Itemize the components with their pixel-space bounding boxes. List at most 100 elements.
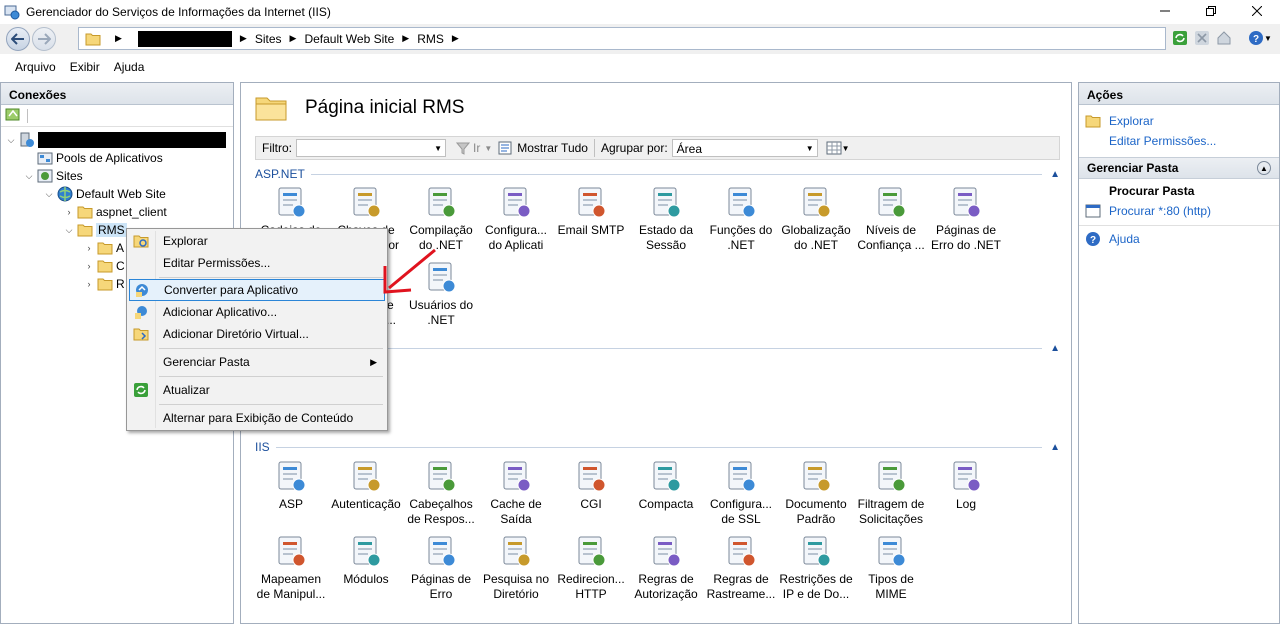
collapse-icon[interactable]: ⌵ [63,225,75,236]
feature-iis-4[interactable]: CGI [554,459,628,512]
feature-iis-12[interactable]: Páginas de Erro [404,534,478,602]
feature-iis-13[interactable]: Pesquisa no Diretório [479,534,553,602]
feature-aspnet-7[interactable]: Globalização do .NET [779,185,853,253]
feature-label-line2: Erro [429,587,453,601]
expand-icon[interactable]: › [63,207,75,217]
feature-iis-0[interactable]: ASP [254,459,328,512]
action-explore[interactable]: Explorar [1079,111,1279,131]
collapse-icon[interactable]: ⌵ [23,171,35,182]
tree-node-child-c[interactable]: › C [83,257,125,275]
minimize-button[interactable] [1142,0,1188,22]
address-path[interactable]: ▶ ▶ Sites ▶ Default Web Site ▶ RMS ▶ [78,27,1166,50]
feature-iis-11[interactable]: Módulos [329,534,403,587]
tree-node-default-web-site[interactable]: ⌵ Default Web Site [43,185,166,203]
collapse-icon[interactable]: ⌵ [43,189,55,200]
feature-label-line2: do Aplicati [488,238,544,252]
tree-node-app-pools[interactable]: Pools de Aplicativos [23,149,163,167]
breadcrumb-rms[interactable]: RMS [417,32,444,46]
feature-iis-8[interactable]: Filtragem de Solicitações [854,459,928,527]
breadcrumb-sites[interactable]: Sites [255,32,282,46]
feature-iis-15[interactable]: Regras de Autorização [629,534,703,602]
feature-iis-7[interactable]: Documento Padrão [779,459,853,527]
help-dropdown-button[interactable]: ? ▼ [1246,28,1274,48]
feature-iis-16[interactable]: Regras de Rastreame... [704,534,778,602]
feature-icon [503,187,531,218]
feature-iis-6[interactable]: Configura... de SSL [704,459,778,527]
tree-node-sites[interactable]: ⌵ Sites [23,167,83,185]
group-name-iis: IIS [255,440,270,454]
menu-item-convert-label: Converter para Aplicativo [164,283,299,297]
tree-node-child-r[interactable]: › R [83,275,125,293]
menu-exibir[interactable]: Exibir [63,60,107,74]
filter-input[interactable]: ▼ [296,139,446,157]
feature-iis-14[interactable]: Redirecion... HTTP [554,534,628,602]
feature-iis-10[interactable]: Mapeamen de Manipul... [254,534,328,602]
show-all-button[interactable]: Mostrar Tudo [498,141,588,155]
refresh-icon [134,383,148,397]
feature-iis-3[interactable]: Cache de Saída [479,459,553,527]
view-mode-button[interactable]: ▼ [826,141,850,155]
menu-separator [159,277,383,278]
new-connection-button[interactable] [5,106,21,125]
menu-item-switch-content-view[interactable]: Alternar para Exibição de Conteúdo [129,407,385,429]
show-all-icon [498,141,512,155]
menu-item-edit-permissions[interactable]: Editar Permissões... [129,252,385,274]
group-header-aspnet[interactable]: ASP.NET ▲ [255,166,1060,182]
back-button[interactable] [6,27,30,51]
refresh-button[interactable] [1170,28,1190,48]
folder-large-icon [255,97,287,121]
tree-node-rms[interactable]: ⌵ RMS [63,221,127,239]
group-header-iis[interactable]: IIS ▲ [255,439,1060,455]
group-by-select[interactable]: Área ▼ [671,139,818,157]
breadcrumb-default-web-site[interactable]: Default Web Site [304,32,394,46]
feature-iis-1[interactable]: Autenticação [329,459,403,512]
collapse-group-icon[interactable]: ▲ [1050,169,1060,180]
action-browse-80[interactable]: Procurar *:80 (http) [1079,201,1279,221]
home-button[interactable] [1214,28,1234,48]
menu-item-refresh[interactable]: Atualizar [129,379,385,401]
forward-button[interactable] [32,27,56,51]
feature-iis-9[interactable]: Log [929,459,1003,512]
close-button[interactable] [1234,0,1280,22]
feature-aspnet-8[interactable]: Níveis de Confiança ... [854,185,928,253]
feature-aspnet-6[interactable]: Funções do .NET [704,185,778,253]
action-help[interactable]: ? Ajuda [1079,225,1279,249]
breadcrumb-separator: ▶ [239,33,247,43]
feature-iis-5[interactable]: Compacta [629,459,703,512]
stop-button[interactable] [1192,28,1212,48]
feature-aspnet-2[interactable]: Compilação do .NET [404,185,478,253]
collapse-group-icon[interactable]: ▲ [1050,442,1060,453]
feature-aspnet-4[interactable]: Email SMTP [554,185,628,238]
menu-item-explore[interactable]: Explorar [129,230,385,252]
go-dropdown-button[interactable]: ▼ [484,144,492,153]
menu-item-manage-folder[interactable]: Gerenciar Pasta ▶ [129,351,385,373]
menu-item-add-virtual-directory[interactable]: Adicionar Diretório Virtual... [129,323,385,345]
manage-folder-section: Gerenciar Pasta ▲ [1079,157,1279,179]
action-edit-permissions[interactable]: Editar Permissões... [1079,131,1279,151]
feature-label: Estado da [638,223,694,237]
convert-app-icon [136,284,148,297]
menu-item-add-application[interactable]: Adicionar Aplicativo... [129,301,385,323]
restore-button[interactable] [1188,0,1234,22]
feature-iis-18[interactable]: Tipos de MIME [854,534,928,602]
collapse-group-icon[interactable]: ▲ [1050,343,1060,354]
feature-aspnet-9[interactable]: Páginas de Erro do .NET [929,185,1003,253]
feature-aspnet-3[interactable]: Configura... do Aplicati [479,185,553,253]
menu-arquivo[interactable]: Arquivo [8,60,63,74]
feature-iis-2[interactable]: Cabeçalhos de Respos... [404,459,478,527]
tree-node-child-a[interactable]: › A [83,239,125,257]
expand-icon[interactable]: › [83,279,95,289]
feature-iis-17[interactable]: Restrições de IP e de Do... [779,534,853,602]
feature-aspnet-5[interactable]: Estado da Sessão [629,185,703,253]
menu-ajuda[interactable]: Ajuda [107,60,152,74]
expand-icon[interactable]: › [83,243,95,253]
breadcrumb-separator: ▶ [115,33,122,43]
collapse-section-icon[interactable]: ▲ [1257,161,1271,175]
expand-icon[interactable]: › [83,261,95,271]
tree-node-server[interactable]: ⌵ [5,131,226,149]
breadcrumb-separator: ▶ [402,33,410,43]
collapse-icon[interactable]: ⌵ [5,135,17,146]
go-button[interactable]: Ir [456,141,480,155]
menu-item-convert-to-application[interactable]: Converter para Aplicativo [129,279,385,301]
tree-node-aspnet-client[interactable]: › aspnet_client [63,203,167,221]
